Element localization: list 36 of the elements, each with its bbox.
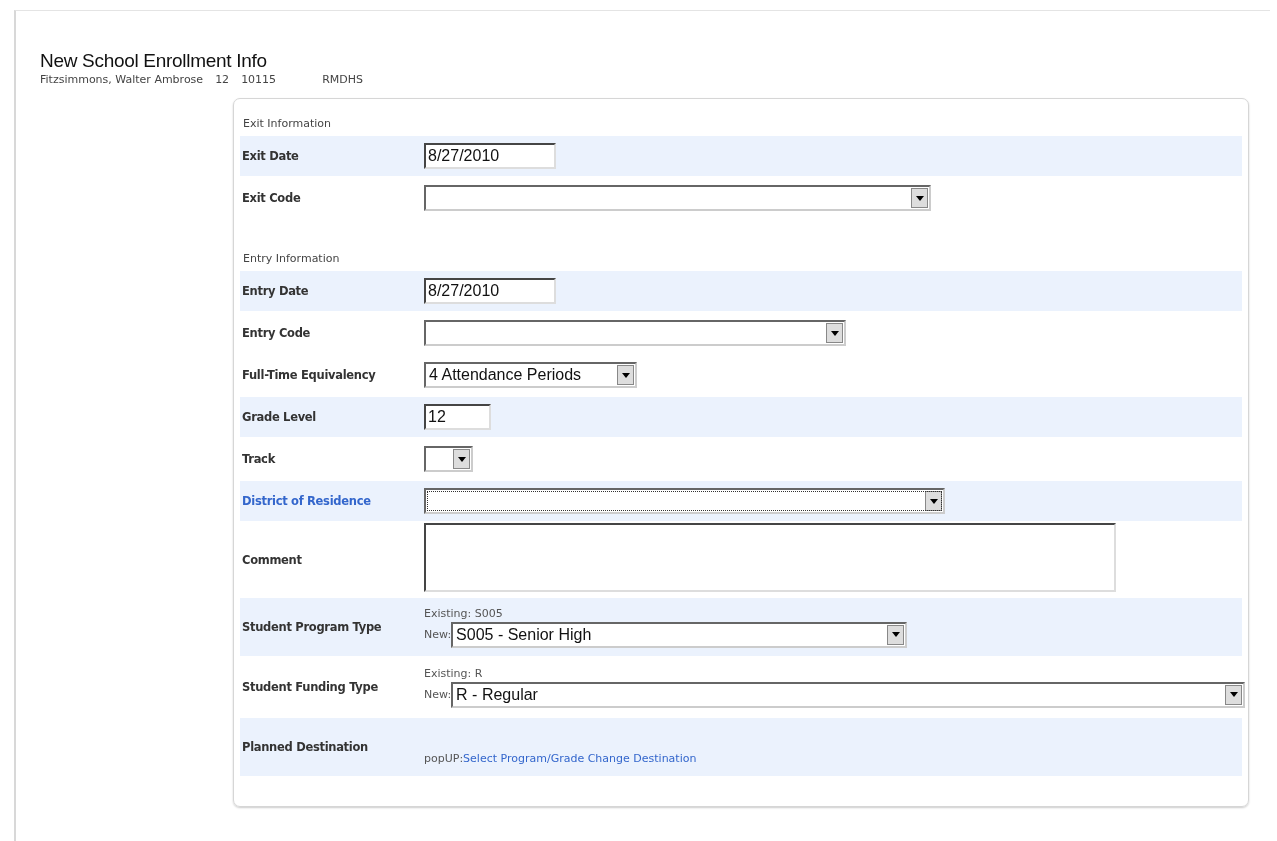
field-label: Exit Date	[241, 149, 300, 163]
field-link-label[interactable]: District of Residence	[240, 494, 424, 508]
comment-field[interactable]	[424, 523, 1116, 592]
student-info: 10115	[241, 73, 277, 86]
student-info: RMDHS	[322, 73, 363, 86]
dropdown[interactable]	[424, 185, 931, 211]
dropdown[interactable]	[424, 320, 846, 346]
dropdown[interactable]	[424, 488, 945, 514]
popup-prefix: popUP:	[424, 751, 464, 765]
existing-value: Existing: R	[424, 666, 484, 680]
text-field[interactable]: 8/27/2010	[424, 143, 556, 169]
destination-link[interactable]: Select Program/Grade Change Destination	[463, 751, 697, 765]
student-info: 12	[215, 73, 230, 86]
section-heading: Exit Information	[242, 116, 332, 132]
dropdown[interactable]: 4 Attendance Periods	[424, 362, 637, 388]
dropdown[interactable]: S005 - Senior High	[451, 621, 908, 648]
student-info: Fitzsimmons, Walter Ambrose	[40, 73, 204, 86]
field-label: Exit Code	[241, 191, 302, 205]
new-label: New:	[424, 628, 452, 641]
section-heading: Entry Information	[242, 251, 341, 267]
text-field[interactable]: 8/27/2010	[424, 278, 556, 304]
field-label: Full-Time Equivalency	[241, 368, 377, 382]
field-label: Entry Code	[241, 326, 312, 340]
field-label: Planned Destination	[241, 740, 369, 754]
field-label: Student Program Type	[241, 620, 383, 634]
field-label: Comment	[241, 552, 303, 567]
existing-value: Existing: S005	[424, 606, 504, 620]
field-label: Track	[241, 452, 277, 466]
text-field[interactable]: 12	[424, 404, 491, 430]
field-label: Student Funding Type	[241, 680, 379, 694]
dropdown[interactable]	[424, 446, 473, 472]
dropdown[interactable]: R - Regular	[451, 681, 1246, 708]
new-label: New:	[424, 688, 452, 701]
page-title: New School Enrollment Info	[40, 50, 268, 72]
field-label: Entry Date	[241, 284, 310, 298]
field-label: Grade Level	[241, 410, 317, 424]
